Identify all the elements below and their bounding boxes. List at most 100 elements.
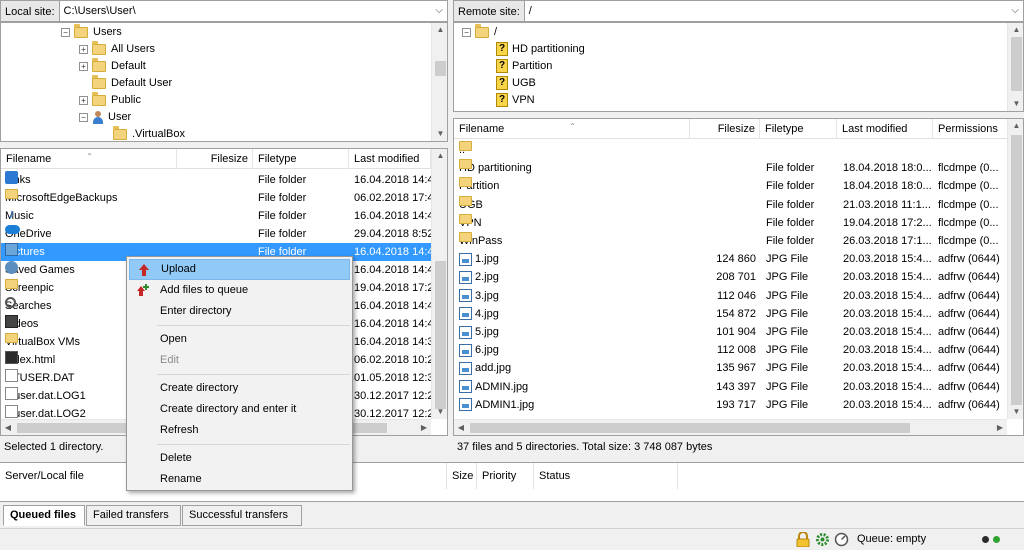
tree-item-default[interactable]: + Default: [79, 57, 146, 75]
collapse-icon[interactable]: −: [462, 27, 471, 37]
file-permissions: adfrw (0644): [938, 398, 1000, 411]
expand-icon[interactable]: +: [79, 61, 88, 71]
scroll-down-icon[interactable]: ▼: [432, 127, 447, 141]
menu-delete[interactable]: Delete: [129, 448, 350, 469]
tab-failed-transfers[interactable]: Failed transfers: [86, 505, 181, 526]
scroll-thumb[interactable]: [470, 423, 910, 433]
remote-file-row[interactable]: WinPass File folder 26.03.2018 17:1... flcd…: [454, 232, 1007, 250]
remote-file-row[interactable]: ..: [454, 141, 1007, 159]
collapse-icon[interactable]: −: [79, 112, 88, 122]
scroll-thumb[interactable]: [435, 261, 446, 409]
file-icon: [5, 405, 18, 418]
tree-item-partition[interactable]: ? Partition: [496, 58, 552, 75]
scroll-up-icon[interactable]: ▲: [1008, 23, 1023, 37]
remote-file-row[interactable]: ADMIN.jpg 143 397 JPG File 20.03.2018 15:4.…: [454, 378, 1007, 396]
expand-icon[interactable]: +: [79, 44, 88, 54]
tree-item-vpn[interactable]: ? VPN: [496, 92, 535, 109]
collapse-icon[interactable]: −: [61, 27, 70, 37]
remote-file-row[interactable]: ADMIN1.jpg 193 717 JPG File 20.03.2018 15:4…: [454, 396, 1007, 414]
scroll-thumb[interactable]: [1011, 37, 1022, 91]
file-modified: 16.04.2018 14:4: [354, 300, 431, 312]
tab-successful-transfers[interactable]: Successful transfers: [182, 505, 302, 526]
local-file-row[interactable]: OneDrive File folder 29.04.2018 8:52:: [1, 225, 431, 243]
remote-file-row[interactable]: 4.jpg 154 872 JPG File 20.03.2018 15:4... ad…: [454, 305, 1007, 323]
column-filetype[interactable]: Filetype: [253, 149, 349, 169]
menu-create-directory-and-enter[interactable]: Create directory and enter it: [129, 399, 350, 420]
expand-icon[interactable]: +: [79, 95, 88, 105]
column-size[interactable]: Size: [447, 463, 477, 489]
remote-file-row[interactable]: add.jpg 135 967 JPG File 20.03.2018 15:4...…: [454, 359, 1007, 377]
scroll-down-icon[interactable]: ▼: [1008, 405, 1023, 419]
remote-list-hscrollbar[interactable]: ◀ ▶: [454, 419, 1007, 435]
file-type: JPG File: [766, 380, 809, 393]
remote-directory-tree[interactable]: − / ? HD partitioning ? Partition ? UGB ? VPN…: [453, 22, 1024, 112]
column-status[interactable]: Status: [534, 463, 678, 489]
unknown-folder-icon: ?: [496, 76, 508, 91]
scroll-up-icon[interactable]: ▲: [432, 23, 447, 37]
remote-site-path-combo[interactable]: / ⌵: [523, 0, 1024, 22]
chevron-down-icon[interactable]: ⌵: [1011, 1, 1019, 21]
links-icon: [5, 171, 18, 184]
column-last-modified[interactable]: Last modified: [837, 119, 933, 139]
scroll-thumb[interactable]: [435, 61, 446, 76]
file-name: 3.jpg: [475, 289, 499, 302]
tree-item-public[interactable]: + Public: [79, 91, 141, 109]
remote-file-row[interactable]: VPN File folder 19.04.2018 17:2... flcdmpe …: [454, 213, 1007, 232]
local-file-row[interactable]: Links File folder 16.04.2018 14:4: [1, 171, 431, 189]
tree-item-hd-partitioning[interactable]: ? HD partitioning: [496, 41, 585, 58]
column-filesize[interactable]: Filesize: [177, 149, 253, 169]
remote-file-row[interactable]: UGB File folder 21.03.2018 11:1... flcdmpe …: [454, 195, 1007, 214]
column-priority[interactable]: Priority: [477, 463, 534, 489]
menu-enter-directory[interactable]: Enter directory: [129, 301, 350, 322]
remote-file-row[interactable]: 2.jpg 208 701 JPG File 20.03.2018 15:4... ad…: [454, 268, 1007, 286]
remote-file-row[interactable]: 5.jpg 101 904 JPG File 20.03.2018 15:4... ad…: [454, 323, 1007, 341]
local-file-row[interactable]: MicrosoftEdgeBackups File folder 06.02.201…: [1, 189, 431, 207]
tree-item-users[interactable]: − Users: [61, 23, 122, 41]
file-modified: 20.03.2018 15:4...: [843, 380, 931, 393]
column-filesize[interactable]: Filesize: [690, 119, 760, 139]
scroll-up-icon[interactable]: ▲: [1008, 119, 1023, 133]
remote-file-row[interactable]: Partition File folder 18.04.2018 18:0... fl…: [454, 177, 1007, 195]
tree-item-ugb[interactable]: ? UGB: [496, 75, 536, 92]
menu-refresh[interactable]: Refresh: [129, 420, 350, 441]
scroll-left-icon[interactable]: ◀: [454, 420, 468, 435]
local-site-path-combo[interactable]: C:\Users\User\ ⌵: [58, 0, 448, 22]
scroll-thumb[interactable]: [1011, 135, 1022, 405]
remote-file-row[interactable]: 6.jpg 112 008 JPG File 20.03.2018 15:4... ad…: [454, 341, 1007, 359]
tree-item-virtualbox[interactable]: .VirtualBox: [113, 125, 185, 141]
tab-queued-files[interactable]: Queued files: [3, 505, 85, 526]
menu-upload[interactable]: Upload: [129, 259, 350, 280]
chevron-down-icon[interactable]: ⌵: [435, 1, 443, 21]
local-directory-tree[interactable]: − Users + All Users + Default Default User …: [0, 22, 448, 142]
gear-icon[interactable]: [815, 532, 830, 547]
menu-item-label: Delete: [160, 452, 192, 464]
scroll-down-icon[interactable]: ▼: [432, 405, 447, 419]
scroll-right-icon[interactable]: ▶: [993, 420, 1007, 435]
local-file-row[interactable]: ♪ Music File folder 16.04.2018 14:4: [1, 207, 431, 225]
remote-site-path: /: [528, 5, 532, 17]
tree-item-user[interactable]: − User: [79, 109, 131, 126]
scroll-left-icon[interactable]: ◀: [1, 420, 15, 435]
scroll-up-icon[interactable]: ▲: [432, 149, 447, 163]
column-permissions[interactable]: Permissions: [933, 119, 1013, 139]
local-list-scrollbar[interactable]: ▲ ▼: [431, 149, 447, 419]
remote-file-row[interactable]: 3.jpg 112 046 JPG File 20.03.2018 15:4... ad…: [454, 287, 1007, 305]
menu-rename[interactable]: Rename: [129, 469, 350, 490]
column-filetype[interactable]: Filetype: [760, 119, 837, 139]
menu-open[interactable]: Open: [129, 329, 350, 350]
column-last-modified[interactable]: Last modified: [349, 149, 431, 169]
remote-file-row[interactable]: HD partitioning File folder 18.04.2018 18:…: [454, 159, 1007, 177]
menu-add-files-to-queue[interactable]: Add files to queue: [129, 280, 350, 301]
tree-item-default-user[interactable]: Default User: [92, 74, 172, 92]
tree-item-root[interactable]: − /: [462, 23, 497, 41]
remote-tree-scrollbar[interactable]: ▲ ▼: [1007, 23, 1023, 111]
scroll-right-icon[interactable]: ▶: [417, 420, 431, 435]
speed-limit-icon[interactable]: [834, 532, 849, 547]
tree-item-all-users[interactable]: + All Users: [79, 40, 155, 58]
remote-list-scrollbar[interactable]: ▲ ▼: [1007, 119, 1023, 419]
remote-file-row[interactable]: 1.jpg 124 860 JPG File 20.03.2018 15:4... ad…: [454, 250, 1007, 268]
local-tree-scrollbar[interactable]: ▲ ▼: [431, 23, 447, 141]
remote-file-list[interactable]: Filename Filesize Filetype Last modified…: [453, 118, 1024, 436]
menu-create-directory[interactable]: Create directory: [129, 378, 350, 399]
scroll-down-icon[interactable]: ▼: [1008, 97, 1023, 111]
